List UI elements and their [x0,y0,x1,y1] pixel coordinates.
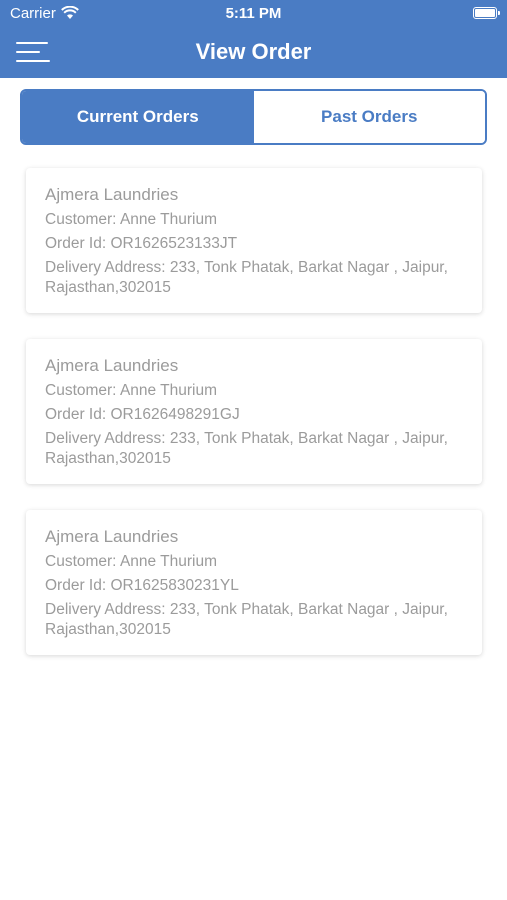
customer-name: Customer: Anne Thurium [45,382,218,399]
order-card[interactable]: Ajmera Laundries Customer: Anne Thurium … [26,168,482,313]
order-id: Order Id: OR1626498291GJ [45,406,240,423]
battery-icon [473,7,500,19]
order-tabs: Current Orders Past Orders [20,89,487,145]
customer-name: Customer: Anne Thurium [45,211,218,228]
app-header: Carrier 5:11 PM View Order [0,0,507,78]
order-card[interactable]: Ajmera Laundries Customer: Anne Thurium … [26,339,482,484]
tab-past-orders[interactable]: Past Orders [253,91,485,143]
shop-name: Ajmera Laundries [45,356,179,375]
delivery-address: Delivery Address: 233, Tonk Phatak, Bark… [45,259,448,296]
tab-current-orders[interactable]: Current Orders [22,91,254,143]
delivery-address: Delivery Address: 233, Tonk Phatak, Bark… [45,430,448,467]
shop-name: Ajmera Laundries [45,185,179,204]
page-title: View Order [195,39,312,64]
order-id: Order Id: OR1625830231YL [45,577,239,594]
customer-name: Customer: Anne Thurium [45,553,218,570]
delivery-address: Delivery Address: 233, Tonk Phatak, Bark… [45,601,448,638]
shop-name: Ajmera Laundries [45,527,179,546]
status-bar: Carrier 5:11 PM [0,0,507,28]
order-card[interactable]: Ajmera Laundries Customer: Anne Thurium … [26,510,482,655]
order-id: Order Id: OR1626523133JT [45,235,238,252]
order-list: Ajmera Laundries Customer: Anne Thurium … [26,168,482,681]
status-time: 5:11 PM [225,5,282,22]
